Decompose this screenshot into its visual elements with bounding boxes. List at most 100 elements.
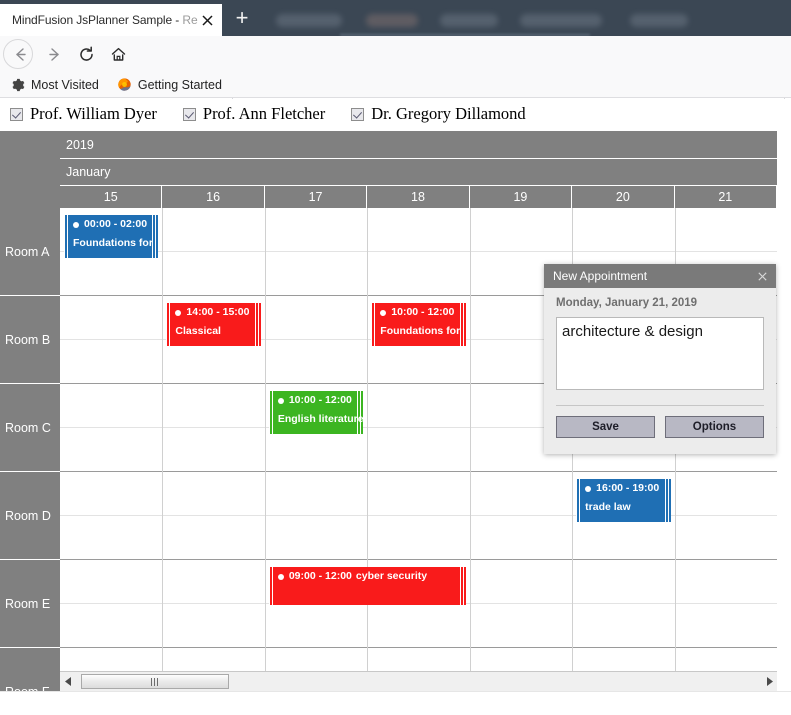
appointment-resize-handle-right[interactable] bbox=[459, 567, 466, 605]
planner-day-headers: 15 16 17 18 19 20 21 bbox=[60, 186, 777, 208]
bookmarks-bar: Most Visited Getting Started bbox=[0, 72, 791, 98]
room-label-room-d[interactable]: Room D bbox=[0, 472, 60, 560]
dialog-body: Monday, January 21, 2019 Save Options bbox=[544, 288, 776, 438]
resource-checkbox-item[interactable]: Prof. Ann Fletcher bbox=[182, 104, 325, 124]
reload-icon[interactable] bbox=[74, 42, 98, 66]
day-header-15[interactable]: 15 bbox=[60, 186, 163, 208]
save-button[interactable]: Save bbox=[556, 416, 655, 438]
room-label-room-e[interactable]: Room E bbox=[0, 560, 60, 648]
appointment-item[interactable]: 10:00 - 12:00 English literature bbox=[268, 391, 364, 434]
appointment-subject: Classical bbox=[175, 325, 221, 337]
dialog-separator bbox=[556, 405, 764, 406]
appointment-subject: trade law bbox=[585, 501, 631, 513]
checkbox-checked-icon[interactable] bbox=[10, 107, 23, 121]
appointment-resize-handle-left[interactable] bbox=[64, 215, 70, 258]
dialog-title-bar[interactable]: New Appointment bbox=[544, 264, 776, 288]
checkbox-checked-icon[interactable] bbox=[351, 107, 365, 121]
day-header-16[interactable]: 16 bbox=[162, 186, 265, 208]
appointment-subject: Foundations for bbox=[380, 325, 461, 337]
day-header-21[interactable]: 21 bbox=[675, 186, 777, 208]
tab-title-faded: Res bbox=[182, 13, 198, 27]
forward-arrow-icon[interactable] bbox=[42, 42, 66, 66]
close-icon[interactable] bbox=[754, 268, 770, 284]
page-bottom-area bbox=[0, 691, 791, 715]
close-icon[interactable] bbox=[198, 11, 216, 29]
appointment-item[interactable]: 14:00 - 15:00 Classical bbox=[166, 303, 261, 346]
browser-tab-bar: MindFusion JsPlanner Sample - Res + bbox=[0, 0, 791, 36]
day-header-18[interactable]: 18 bbox=[367, 186, 470, 208]
browser-nav-bar: file:///D:/ResourceViewSample/ResourceVi… bbox=[0, 36, 791, 102]
home-icon[interactable] bbox=[106, 42, 130, 66]
appointment-item[interactable]: 09:00 - 12:00 cyber security bbox=[268, 567, 466, 605]
room-label-room-b[interactable]: Room B bbox=[0, 296, 60, 384]
resource-checkbox-item[interactable]: Prof. William Dyer bbox=[10, 104, 157, 124]
room-label-room-c[interactable]: Room C bbox=[0, 384, 60, 472]
appointment-time: 16:00 - 19:00 bbox=[596, 482, 660, 494]
appointment-subject: cyber security bbox=[355, 570, 428, 582]
appointment-time: 10:00 - 12:00 bbox=[288, 394, 352, 406]
tab-title: MindFusion JsPlanner Sample - Res bbox=[12, 13, 198, 27]
checkbox-checked-icon[interactable] bbox=[182, 107, 196, 121]
appointment-time: 14:00 - 15:00 bbox=[186, 306, 250, 318]
appointment-resize-handle-left[interactable] bbox=[268, 391, 275, 434]
back-arrow-icon[interactable] bbox=[8, 42, 32, 66]
appointment-item[interactable]: 10:00 - 12:00 Foundations for bbox=[371, 303, 466, 346]
planner-month-header: January bbox=[60, 159, 777, 186]
appointment-status-dot-icon bbox=[175, 309, 182, 316]
planner-right-gutter bbox=[777, 131, 791, 691]
grid-column-divider bbox=[469, 208, 471, 691]
appointment-resize-handle-left[interactable] bbox=[371, 303, 378, 346]
appointment-resize-handle-left[interactable] bbox=[166, 303, 173, 346]
appointment-time: 10:00 - 12:00 bbox=[391, 306, 455, 318]
room-label-room-a[interactable]: Room A bbox=[0, 208, 60, 296]
appointment-subject-input[interactable] bbox=[556, 317, 764, 390]
grid-column-divider bbox=[264, 208, 266, 691]
grid-column-divider bbox=[367, 208, 369, 691]
appointment-subject: Foundations for bbox=[73, 237, 153, 249]
appointment-resize-handle-right[interactable] bbox=[664, 479, 671, 522]
appointment-time: 09:00 - 12:00 bbox=[288, 570, 352, 582]
obscured-tabs-region bbox=[262, 4, 791, 36]
grid-row-half bbox=[60, 208, 777, 252]
day-header-19[interactable]: 19 bbox=[470, 186, 573, 208]
triangle-right-icon[interactable] bbox=[761, 672, 777, 691]
grip-lines-icon bbox=[150, 677, 160, 686]
triangle-left-icon[interactable] bbox=[60, 672, 76, 691]
horizontal-scrollbar[interactable] bbox=[60, 671, 777, 691]
appointment-resize-handle-left[interactable] bbox=[268, 567, 275, 605]
appointment-subject: English literature bbox=[277, 413, 364, 425]
new-appointment-dialog[interactable]: New Appointment Monday, January 21, 2019… bbox=[544, 264, 776, 454]
room-label-room-f[interactable]: Room F bbox=[0, 648, 60, 691]
appointment-status-dot-icon bbox=[585, 485, 592, 492]
dialog-button-row: Save Options bbox=[556, 416, 764, 438]
grid-column-divider bbox=[162, 208, 164, 691]
appointment-item[interactable]: 16:00 - 19:00 trade law bbox=[576, 479, 671, 522]
scrollbar-thumb[interactable] bbox=[81, 674, 229, 689]
appointment-status-dot-icon bbox=[380, 309, 387, 316]
dialog-title: New Appointment bbox=[553, 269, 648, 283]
resource-label: Dr. Gregory Dillamond bbox=[371, 104, 526, 123]
appointment-status-dot-icon bbox=[277, 397, 284, 404]
appointment-resize-handle-right[interactable] bbox=[152, 215, 159, 258]
gear-icon bbox=[10, 77, 26, 93]
appointment-resize-handle-right[interactable] bbox=[357, 391, 364, 434]
dialog-date-label: Monday, January 21, 2019 bbox=[556, 297, 698, 309]
appointment-time: 00:00 - 02:00 bbox=[84, 218, 148, 230]
appointment-resize-handle-right[interactable] bbox=[254, 303, 261, 346]
new-tab-button[interactable]: + bbox=[228, 6, 256, 32]
appointment-resize-handle-right[interactable] bbox=[459, 303, 466, 346]
day-header-20[interactable]: 20 bbox=[572, 186, 675, 208]
day-header-17[interactable]: 17 bbox=[265, 186, 368, 208]
tab-title-main: MindFusion JsPlanner Sample - bbox=[12, 13, 183, 27]
appointment-item[interactable]: 00:00 - 02:00 Foundations for bbox=[64, 215, 159, 258]
bookmark-getting-started[interactable]: Getting Started bbox=[117, 77, 222, 93]
bookmark-label: Getting Started bbox=[137, 77, 222, 92]
options-button[interactable]: Options bbox=[665, 416, 764, 438]
bookmark-most-visited[interactable]: Most Visited bbox=[10, 77, 99, 93]
browser-tab-active[interactable]: MindFusion JsPlanner Sample - Res bbox=[0, 4, 222, 36]
planner-year-header: 2019 bbox=[60, 131, 777, 159]
appointment-resize-handle-left[interactable] bbox=[576, 479, 583, 522]
appointment-status-dot-icon bbox=[277, 573, 284, 580]
resource-filter-bar: Prof. William Dyer Prof. Ann Fletcher Dr. … bbox=[0, 99, 791, 129]
resource-checkbox-item[interactable]: Dr. Gregory Dillamond bbox=[351, 104, 526, 124]
